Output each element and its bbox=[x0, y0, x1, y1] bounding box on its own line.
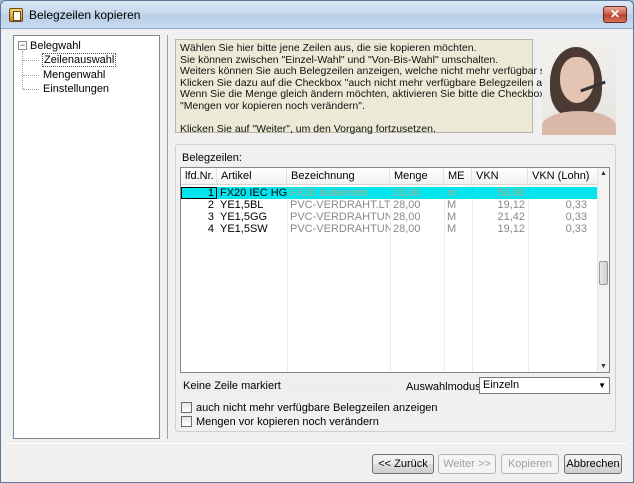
cancel-button[interactable]: Abbrechen bbox=[564, 454, 622, 474]
nav-item-zeilenauswahl[interactable]: Zeilenauswahl bbox=[42, 53, 117, 67]
tree-line bbox=[23, 75, 39, 76]
title-bar: Belegzeilen kopieren ✕ bbox=[1, 1, 633, 29]
tree-root-label: Belegwahl bbox=[30, 40, 81, 52]
checkbox-label: Mengen vor kopieren noch verändern bbox=[196, 416, 379, 428]
scrollbar-thumb[interactable] bbox=[599, 261, 608, 285]
cell-me: M bbox=[447, 211, 457, 223]
scroll-up-icon[interactable]: ▲ bbox=[600, 170, 607, 177]
nav-item-einstellungen[interactable]: Einstellungen bbox=[43, 82, 109, 96]
cell-menge: 28,00 bbox=[393, 223, 421, 235]
app-icon bbox=[9, 8, 23, 22]
cell-bezeichnung: PVC-VERDRAHT.LTG Ra bbox=[290, 199, 390, 211]
info-line: Wählen Sie hier bitte jene Zeilen aus, d… bbox=[180, 42, 477, 54]
scroll-down-icon[interactable]: ▼ bbox=[600, 363, 607, 370]
column-header-vkn[interactable]: VKN bbox=[472, 168, 528, 185]
next-button[interactable]: Weiter >> bbox=[438, 454, 496, 474]
cell-vkn-lohn bbox=[528, 187, 590, 199]
chevron-down-icon[interactable]: ▼ bbox=[598, 378, 606, 393]
cell-vkn: 50,00 bbox=[497, 187, 525, 199]
table-row[interactable]: 1 FX20 IEC HGR FX20 Isolierrohr 23,00 m … bbox=[181, 187, 598, 199]
nav-item-label: Mengenwahl bbox=[43, 69, 106, 81]
change-quantities-checkbox[interactable]: Mengen vor kopieren noch verändern bbox=[181, 416, 379, 429]
cell-artikel: YE1,5BL bbox=[220, 199, 264, 211]
column-header-menge[interactable]: Menge bbox=[390, 168, 444, 185]
cell-vkn: 21,42 bbox=[497, 211, 525, 223]
cell-vkn: 19,12 bbox=[497, 223, 525, 235]
info-text-box: Wählen Sie hier bitte jene Zeilen aus, d… bbox=[175, 39, 586, 136]
show-unavailable-checkbox[interactable]: auch nicht mehr verfügbare Belegzeilen a… bbox=[181, 402, 438, 415]
copy-button[interactable]: Kopieren bbox=[501, 454, 559, 474]
cell-artikel: FX20 IEC HGR bbox=[220, 187, 287, 199]
column-header-vkn-lohn[interactable]: VKN (Lohn) bbox=[528, 168, 598, 185]
footer-divider bbox=[7, 443, 627, 444]
checkbox-label: auch nicht mehr verfügbare Belegzeilen a… bbox=[196, 402, 438, 414]
grid-header: lfd.Nr. Artikel Bezeichnung Menge ME VKN… bbox=[181, 168, 598, 185]
tree-line bbox=[23, 60, 39, 61]
table-row[interactable]: 3 YE1,5GG PVC-VERDRAHTUNGSLE 28,00 M 21,… bbox=[181, 211, 598, 223]
cell-menge: 28,00 bbox=[393, 199, 421, 211]
panel-divider bbox=[167, 35, 168, 439]
cell-nr: 4 bbox=[207, 223, 214, 235]
cell-menge: 28,00 bbox=[393, 211, 421, 223]
cell-bezeichnung: PVC-VERDRAHTUNGSLE bbox=[290, 211, 390, 223]
cell-vkn: 19,12 bbox=[497, 199, 525, 211]
cell-me: M bbox=[447, 223, 457, 235]
checkbox-box[interactable] bbox=[181, 416, 192, 427]
table-row[interactable]: 2 YE1,5BL PVC-VERDRAHT.LTG Ra 28,00 M 19… bbox=[181, 199, 598, 211]
cell-bezeichnung: FX20 Isolierrohr bbox=[290, 187, 369, 199]
column-header-nr[interactable]: lfd.Nr. bbox=[181, 168, 217, 185]
close-button[interactable]: ✕ bbox=[603, 6, 627, 23]
dialog-window: Belegzeilen kopieren ✕ − Belegwahl Zeilen… bbox=[0, 0, 634, 483]
checkbox-box[interactable] bbox=[181, 402, 192, 413]
grid-vertical-scrollbar[interactable]: ▲ ▼ bbox=[597, 168, 609, 372]
cell-artikel: YE1,5SW bbox=[220, 223, 268, 235]
selection-status: Keine Zeile markiert bbox=[180, 379, 394, 394]
cell-me: m bbox=[447, 187, 457, 199]
cell-vkn-lohn: 0,33 bbox=[565, 199, 587, 211]
tree-root-belegwahl[interactable]: − Belegwahl bbox=[18, 39, 81, 53]
belegzeilen-label: Belegzeilen: bbox=[182, 152, 242, 164]
cell-vkn-lohn: 0,33 bbox=[565, 211, 587, 223]
window-title: Belegzeilen kopieren bbox=[29, 8, 141, 22]
cell-vkn-lohn: 0,33 bbox=[565, 223, 587, 235]
column-header-bezeichnung[interactable]: Bezeichnung bbox=[287, 168, 390, 185]
nav-item-label: Zeilenauswahl bbox=[42, 53, 117, 67]
support-agent-image bbox=[542, 41, 616, 135]
auswahlmodus-value: Einzeln bbox=[483, 379, 520, 391]
auswahlmodus-label: Auswahlmodus: bbox=[406, 381, 484, 393]
belegzeilen-grid[interactable]: lfd.Nr. Artikel Bezeichnung Menge ME VKN… bbox=[180, 167, 610, 373]
info-line: "Mengen vor kopieren noch verändern". bbox=[180, 99, 365, 112]
cell-menge: 23,00 bbox=[393, 187, 421, 199]
nav-item-mengenwahl[interactable]: Mengenwahl bbox=[43, 68, 105, 82]
auswahlmodus-select[interactable]: Einzeln ▼ bbox=[479, 377, 610, 394]
tree-line bbox=[23, 89, 39, 90]
cell-me: M bbox=[447, 199, 457, 211]
wizard-nav-tree: − Belegwahl Zeilenauswahl Mengenwahl Eins… bbox=[13, 35, 160, 439]
table-row[interactable]: 4 YE1,5SW PVC-VERDRAHTUNGSLE 28,00 M 19,… bbox=[181, 223, 598, 235]
column-header-artikel[interactable]: Artikel bbox=[217, 168, 287, 185]
info-line: Klicken Sie auf "Weiter", um den Vorgang… bbox=[180, 123, 436, 136]
cell-artikel: YE1,5GG bbox=[220, 211, 268, 223]
column-header-me[interactable]: ME bbox=[444, 168, 472, 185]
nav-item-label: Einstellungen bbox=[43, 83, 110, 95]
cell-nr: 1 bbox=[207, 187, 214, 199]
collapse-icon[interactable]: − bbox=[18, 41, 27, 50]
cell-nr: 3 bbox=[207, 211, 214, 223]
tree-line bbox=[22, 51, 23, 89]
cell-nr: 2 bbox=[207, 199, 214, 211]
back-button[interactable]: << Zurück bbox=[372, 454, 434, 474]
cell-bezeichnung: PVC-VERDRAHTUNGSLE bbox=[290, 223, 390, 235]
